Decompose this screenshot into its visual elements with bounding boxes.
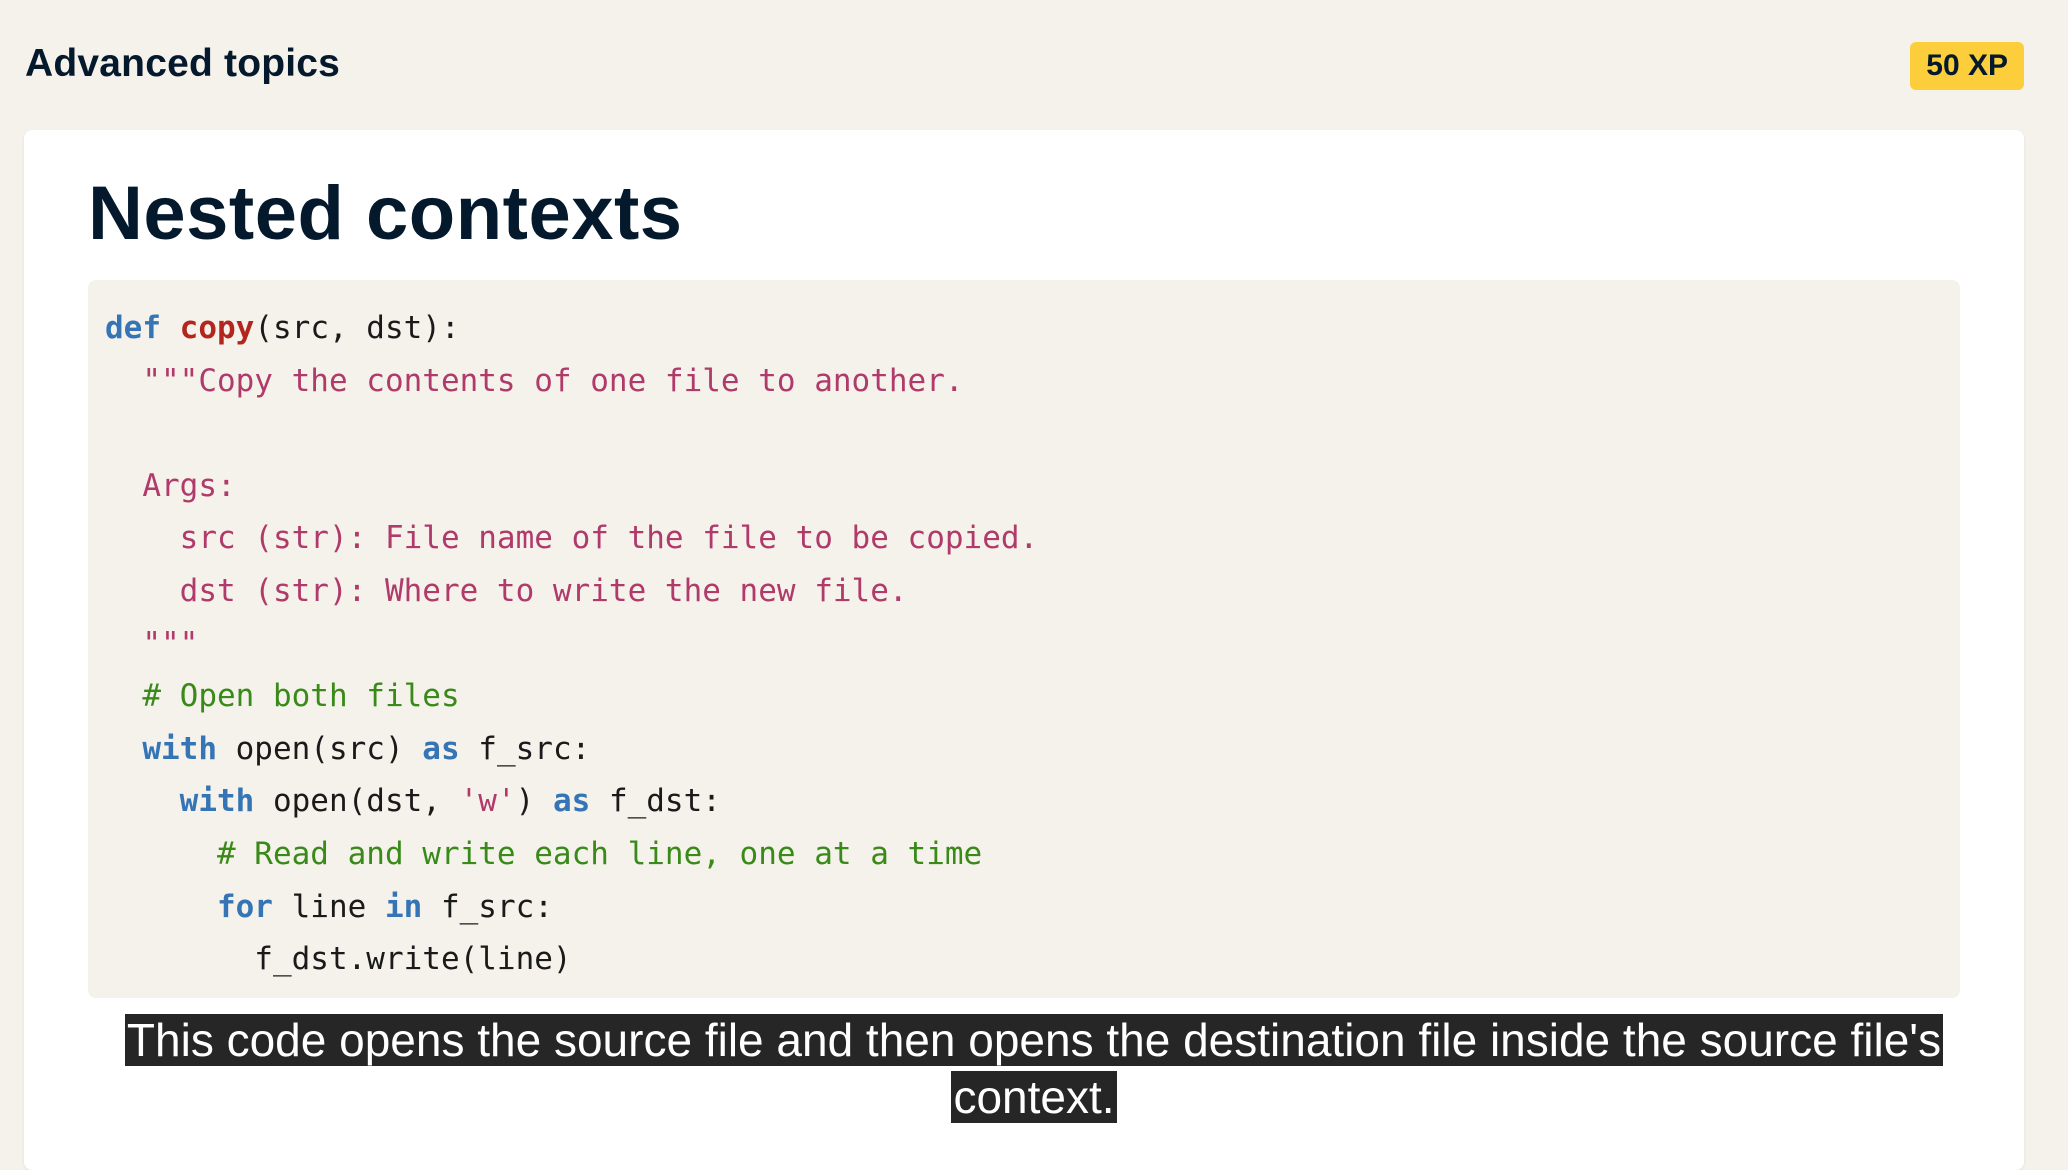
code-line: with open(dst, 'w') as f_dst: (105, 775, 1038, 828)
code-string: 'w' (459, 783, 516, 820)
code-keyword: def (105, 310, 161, 346)
code-keyword: as (552, 783, 591, 820)
section-title: Advanced topics (25, 42, 341, 85)
code-block: def copy(src, dst): """Copy the contents… (88, 280, 1960, 998)
code-text: f_dst: (590, 783, 721, 820)
slide-title: Nested contexts (88, 171, 683, 256)
code-line: """Copy the contents of one file to anot… (105, 362, 964, 399)
code-text: line (272, 888, 385, 925)
code-line: with open(src) as f_src: (105, 723, 1038, 776)
code-line: src (str): File name of the file to be c… (105, 520, 1039, 557)
code-text: f_src: (459, 730, 591, 767)
xp-badge: 50 XP (1910, 42, 2024, 90)
code-text: open(dst, (254, 783, 460, 820)
code-function-name: copy (179, 310, 255, 346)
code-keyword: with (179, 783, 255, 820)
caption-line: context. (951, 1071, 1117, 1123)
code-keyword: as (422, 730, 460, 767)
code-text: open(src) (216, 730, 423, 767)
code-line: for line in f_src: (105, 881, 1038, 934)
code-text: (src, dst): (254, 310, 460, 346)
code-keyword: for (216, 888, 273, 925)
code-text: ) (515, 783, 553, 820)
code-text: f_src: (422, 888, 553, 925)
video-caption: This code opens the source file and then… (0, 1012, 2068, 1126)
caption-line: This code opens the source file and then… (124, 1014, 1944, 1066)
code-content: def copy(src, dst): """Copy the contents… (105, 302, 1038, 986)
code-line: Args: (105, 467, 236, 504)
code-keyword: with (142, 730, 217, 767)
code-comment: # Open both files (105, 678, 460, 715)
exercise-header: Advanced topics 50 XP (0, 0, 2068, 130)
code-line: f_dst.write(line) (105, 941, 572, 978)
code-line: def copy(src, dst): (105, 302, 1038, 355)
code-line: """ (105, 625, 199, 662)
code-line: dst (str): Where to write the new file. (105, 572, 908, 609)
code-comment: # Read and write each line, one at a tim… (105, 835, 983, 872)
code-keyword: in (384, 888, 423, 925)
